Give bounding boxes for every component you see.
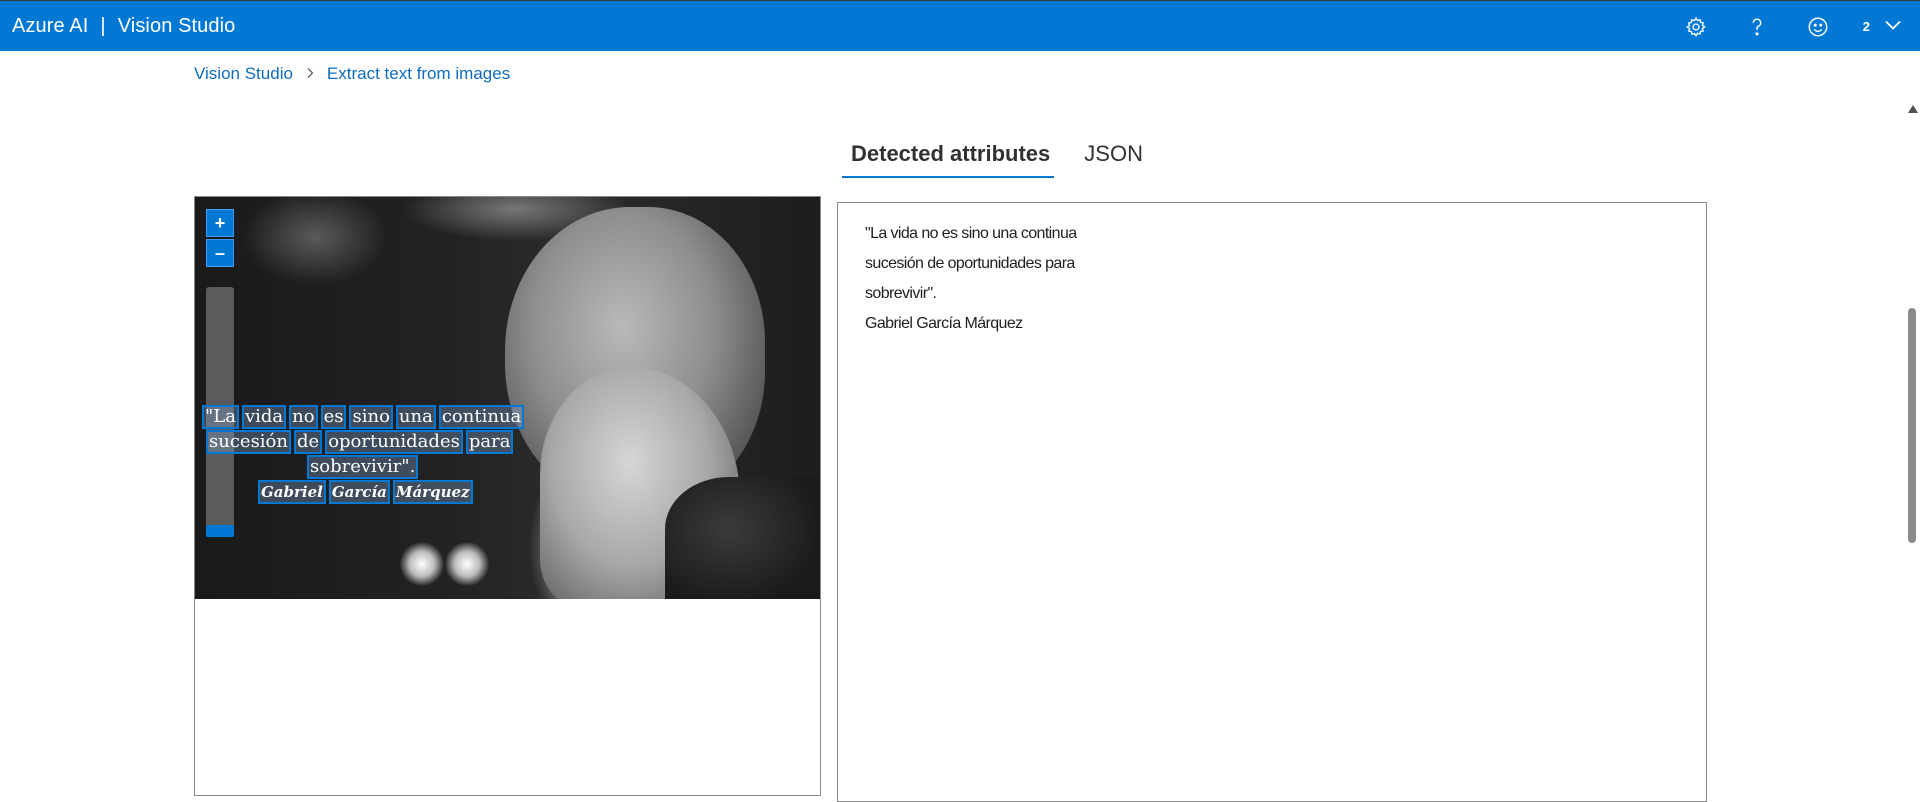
zoom-controls: + –	[206, 209, 234, 269]
zoom-slider-thumb[interactable]	[206, 525, 234, 537]
scroll-up-arrow-icon[interactable]	[1908, 105, 1918, 113]
image-viewer: + – "La vida no es sino una continua suc…	[194, 196, 821, 796]
ocr-line-2: sucesión de oportunidades para	[206, 430, 516, 454]
zoom-in-button[interactable]: +	[206, 209, 234, 237]
detected-text-line: sobrevivir".	[865, 285, 937, 302]
help-icon	[1746, 16, 1768, 38]
ocr-word: no	[289, 405, 318, 429]
ocr-word: sobrevivir".	[307, 455, 419, 479]
ocr-word: sino	[349, 405, 393, 429]
app-title[interactable]: Azure AI | Vision Studio	[12, 1, 235, 52]
ocr-word: una	[395, 405, 436, 429]
settings-button[interactable]	[1666, 1, 1727, 52]
breadcrumb: Vision Studio Extract text from images	[194, 64, 510, 84]
chevron-right-icon	[306, 66, 314, 82]
ocr-line-4: Gabriel García Márquez	[258, 480, 476, 504]
detected-text-line: Gabriel García Márquez	[865, 315, 1023, 332]
zoom-out-button[interactable]: –	[206, 239, 234, 267]
ocr-word: oportunidades	[325, 430, 463, 454]
scrollbar-thumb[interactable]	[1908, 308, 1916, 543]
ocr-line-1: "La vida no es sino una continua	[202, 405, 527, 429]
ocr-word: Gabriel	[258, 480, 326, 504]
top-navigation-bar: Azure AI | Vision Studio 2	[0, 0, 1920, 51]
help-button[interactable]	[1727, 1, 1788, 52]
feedback-smiley-icon	[1807, 16, 1829, 38]
account-menu-button[interactable]: 2	[1849, 1, 1920, 52]
tab-json[interactable]: JSON	[1076, 132, 1151, 178]
detected-text-line: "La vida no es sino una continua	[865, 225, 1077, 242]
detected-text-line: sucesión de oportunidades para	[865, 255, 1075, 272]
ocr-word: es	[320, 405, 347, 429]
brand-separator: |	[100, 15, 106, 37]
ocr-word: continua	[438, 405, 525, 429]
ocr-word: Márquez	[392, 480, 473, 504]
ocr-word: para	[465, 430, 514, 454]
chevron-down-icon	[1884, 18, 1902, 36]
ocr-word: "La	[202, 405, 239, 429]
breadcrumb-extract-text[interactable]: Extract text from images	[327, 64, 510, 84]
ocr-word: García	[328, 480, 390, 504]
ocr-word: sucesión	[206, 430, 291, 454]
brand-name: Azure AI	[12, 15, 89, 37]
feedback-button[interactable]	[1788, 1, 1849, 52]
detected-text-panel: "La vida no es sino una continua sucesió…	[837, 202, 1707, 802]
account-count: 2	[1862, 19, 1870, 34]
ocr-line-3: sobrevivir".	[307, 455, 421, 479]
tab-detected-attributes[interactable]: Detected attributes	[842, 132, 1055, 178]
gear-icon	[1685, 16, 1707, 38]
detected-text: "La vida no es sino una continua sucesió…	[865, 219, 1077, 339]
ocr-word: vida	[241, 405, 287, 429]
breadcrumb-vision-studio[interactable]: Vision Studio	[194, 64, 293, 84]
top-actions: 2	[1666, 1, 1920, 52]
product-name: Vision Studio	[117, 15, 236, 37]
page-scrollbar[interactable]	[1904, 103, 1920, 773]
result-tabs: Detected attributes JSON	[842, 132, 1151, 178]
analyzed-photo: + – "La vida no es sino una continua suc…	[195, 197, 820, 599]
ocr-word: de	[294, 430, 323, 454]
